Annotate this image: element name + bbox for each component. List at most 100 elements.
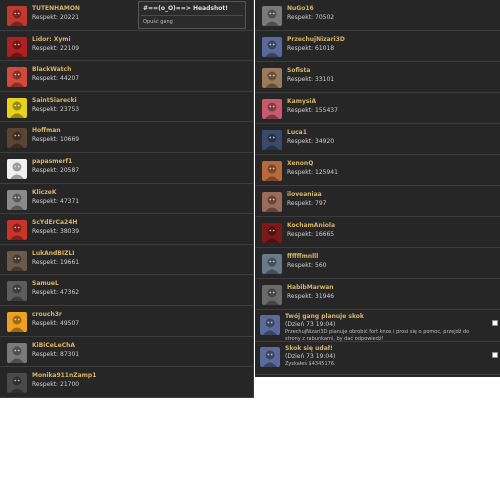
member-respect: Respekt: 61018	[287, 45, 334, 52]
notification-item: Skok się udał! (Dzień 73 19:04) Zyskałeś $…	[255, 342, 500, 375]
smiley-icon[interactable]	[7, 97, 27, 118]
member-name-link[interactable]: Luca1	[287, 129, 307, 136]
member-row: papasmerf1 Respekt: 20587	[0, 153, 253, 184]
woman-icon[interactable]	[262, 192, 282, 212]
member-respect: Respekt: 20221	[32, 14, 79, 21]
member-row: KochamAniola Respekt: 16665	[255, 217, 500, 248]
member-row: BlackWatch Respekt: 44207	[0, 61, 253, 92]
member-name-link[interactable]: PrzechujNizari3D	[287, 36, 345, 43]
respect-value: 44207	[60, 75, 80, 83]
member-name-link[interactable]: Lidor: Xymi	[32, 36, 71, 43]
red-face-icon[interactable]	[7, 6, 27, 26]
man-icon[interactable]	[262, 285, 282, 305]
member-respect: Respekt: 47362	[32, 289, 79, 296]
member-name-link[interactable]: KliczeK	[32, 189, 57, 196]
member-name-link[interactable]: Hoffman	[32, 127, 61, 134]
member-name-link[interactable]: crouch3r	[32, 311, 62, 318]
member-name-link[interactable]: SamueL	[32, 280, 59, 287]
member-name-link[interactable]: ScYdErCa24H	[32, 219, 77, 226]
member-name-link[interactable]: XenonQ	[287, 160, 313, 167]
member-respect: Respekt: 23753	[32, 106, 79, 113]
respect-label: Respekt:	[32, 136, 59, 144]
member-name-link[interactable]: papasmerf1	[32, 158, 72, 165]
figure-icon[interactable]	[7, 67, 27, 88]
member-name-link[interactable]: LukAndBIZLI	[32, 250, 75, 257]
member-row: KliczeK Respekt: 47371	[0, 184, 253, 215]
respect-value: 70502	[315, 14, 335, 21]
respect-label: Respekt:	[287, 76, 314, 83]
member-name-link[interactable]: KochamAniola	[287, 222, 335, 229]
notification-body: PrzechujNizari3D planuje obrobić fort kn…	[285, 329, 470, 342]
member-respect: Respekt: 34920	[287, 138, 334, 145]
member-row: Luca1 Respekt: 34920	[255, 124, 500, 155]
respect-label: Respekt:	[32, 44, 59, 52]
left-member-panel: TUTENHAMON Respekt: 20221 Lidor: Xymi Respe…	[0, 0, 254, 398]
member-row: PrzechujNizari3D Respekt: 61018	[255, 31, 500, 62]
member-respect: Respekt: 31946	[287, 293, 334, 300]
signature-icon[interactable]	[262, 223, 282, 243]
member-name-link[interactable]: HabibMarwan	[287, 284, 334, 291]
red-cross-icon[interactable]	[7, 36, 27, 57]
skull-icon[interactable]	[7, 373, 27, 394]
member-name-link[interactable]: Monika911nZamp1	[32, 372, 96, 379]
notification-date: (Dzień 73 19:04)	[285, 353, 336, 360]
member-respect: Respekt: 33101	[287, 76, 334, 83]
respect-value: 21700	[60, 381, 80, 389]
respect-label: Respekt:	[287, 231, 314, 238]
member-respect: Respekt: 155437	[287, 107, 338, 114]
respect-value: 23753	[60, 105, 80, 113]
member-row: ScYdErCa24H Respekt: 38039	[0, 214, 253, 245]
member-name-link[interactable]: SaintSiarecki	[32, 97, 77, 104]
respect-value: 47362	[60, 289, 80, 297]
member-name-link[interactable]: KiBiCeLeChA	[32, 342, 75, 349]
respect-value: 87301	[60, 350, 80, 358]
member-name-link[interactable]: KamysiA	[287, 98, 316, 105]
figure-icon[interactable]	[262, 99, 282, 119]
cartoon-icon[interactable]	[7, 312, 27, 332]
mask-icon[interactable]	[262, 6, 282, 26]
right-member-panel: NuGo16 Respekt: 70502 PrzechujNizari3D Resp…	[255, 0, 500, 377]
notification-checkbox[interactable]	[492, 352, 498, 358]
respect-value: 34920	[315, 138, 335, 145]
member-name-link[interactable]: ffffffmnlll	[287, 253, 318, 260]
leave-gang-link[interactable]: Opuść gang	[143, 19, 173, 25]
member-name-link[interactable]: NuGo16	[287, 5, 314, 12]
face-icon[interactable]	[262, 68, 282, 88]
eagle-icon[interactable]	[7, 220, 27, 241]
respect-label: Respekt:	[287, 107, 314, 114]
member-respect: Respekt: 38039	[32, 228, 79, 235]
face-icon[interactable]	[7, 250, 27, 271]
respect-value: 31946	[315, 293, 335, 300]
dark-figure-icon[interactable]	[262, 130, 282, 150]
member-row: Hoffman Respekt: 10669	[0, 122, 253, 153]
respect-label: Respekt:	[32, 258, 59, 266]
respect-label: Respekt:	[32, 167, 59, 174]
gang-title: #==(o_O)==> Headshot!	[143, 5, 228, 12]
member-name-link[interactable]: BlackWatch	[32, 66, 71, 73]
member-respect: Respekt: 22109	[32, 45, 79, 52]
face-icon[interactable]	[262, 161, 282, 181]
gang-box: #==(o_O)==> Headshot! Opuść gang	[138, 1, 246, 29]
member-name-link[interactable]: iloveaniaa	[287, 191, 322, 198]
member-respect: Respekt: 10669	[32, 136, 79, 143]
respect-label: Respekt:	[32, 289, 59, 297]
skull-icon[interactable]	[7, 189, 27, 210]
skull-icon[interactable]	[7, 342, 27, 363]
notification-checkbox[interactable]	[492, 320, 498, 326]
respect-value: 47371	[60, 197, 80, 205]
respect-label: Respekt:	[32, 197, 59, 205]
dark-figure-icon[interactable]	[7, 128, 27, 149]
man-icon[interactable]	[7, 281, 27, 302]
member-name-link[interactable]: TUTENHAMON	[32, 5, 80, 12]
alien-icon[interactable]	[262, 254, 282, 274]
member-row: LukAndBIZLI Respekt: 19661	[0, 245, 253, 276]
member-respect: Respekt: 87301	[32, 351, 79, 358]
respect-value: 155437	[315, 107, 338, 114]
notification-date: (Dzień 73 19:04)	[285, 321, 336, 328]
respect-value: 19661	[60, 258, 80, 266]
assassin-icon[interactable]	[262, 37, 282, 57]
member-name-link[interactable]: Sofista	[287, 67, 310, 74]
cartoon-icon[interactable]	[7, 159, 27, 179]
member-respect: Respekt: 49507	[32, 320, 79, 327]
member-row: iloveaniaa Respekt: 797	[255, 186, 500, 217]
